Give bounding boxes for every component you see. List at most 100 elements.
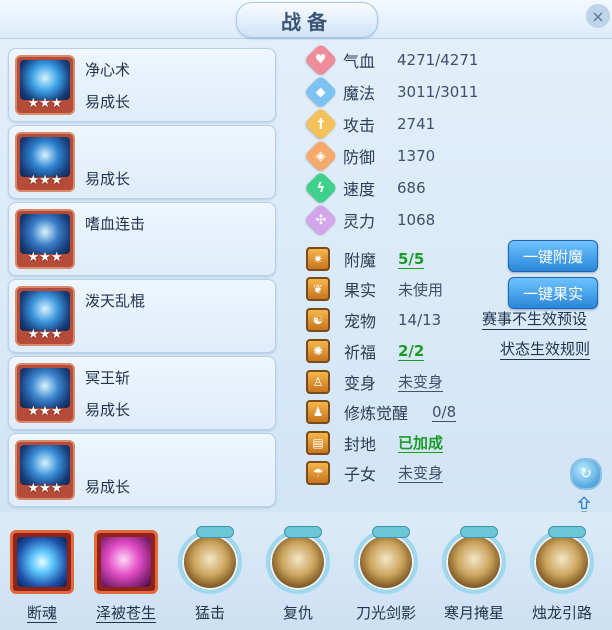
stat-label: 防御: [343, 148, 376, 167]
stat-label: 灵力: [343, 212, 376, 231]
heart-icon: ♥: [304, 43, 338, 77]
skill-trait: 易成长: [85, 93, 131, 111]
bottom-skill-label: 烛龙引路: [531, 604, 592, 622]
skill-card[interactable]: ★★★ 泼天乱棍: [8, 279, 276, 353]
equip-row: ▤ 封地 已加成: [306, 429, 444, 457]
one-click-fruit-button[interactable]: 一键果实: [508, 277, 598, 309]
mana-icon: ◆: [304, 75, 338, 109]
equip-value[interactable]: 5/5: [398, 250, 425, 269]
bottom-skill[interactable]: 寒月掩星: [438, 526, 510, 628]
fief-icon[interactable]: ▤: [306, 431, 330, 455]
equip-row: ☂ 子女 未变身: [306, 459, 444, 487]
close-button[interactable]: ×: [586, 4, 610, 28]
status-rules-link[interactable]: 状态生效规则: [500, 340, 591, 360]
skill-icon[interactable]: ★★★: [15, 209, 75, 269]
skill-icon[interactable]: ★★★: [15, 286, 75, 346]
skill-icon[interactable]: [178, 526, 242, 594]
skill-name: 净心术: [85, 61, 131, 79]
skill-icon[interactable]: ★★★: [15, 55, 75, 115]
fruit-icon[interactable]: ❦: [306, 277, 330, 301]
equip-value[interactable]: 已加成: [398, 434, 444, 453]
skill-icon[interactable]: ★★★: [15, 440, 75, 500]
skill-card[interactable]: ★★★ 净心术易成长: [8, 48, 276, 122]
stat-label: 魔法: [343, 84, 376, 103]
equip-row: ☯ 宠物 14/13: [306, 306, 441, 334]
equip-label: 修炼觉醒: [344, 404, 409, 423]
equip-row: ❦ 果实 未使用: [306, 275, 443, 303]
enchant-icon[interactable]: ✷: [306, 247, 330, 271]
equip-value[interactable]: 2/2: [398, 342, 425, 361]
skill-name: 泼天乱棍: [85, 292, 146, 310]
equip-label: 祈福: [344, 343, 377, 362]
equip-label: 子女: [344, 465, 377, 484]
bottom-skill[interactable]: 断魂: [6, 530, 78, 628]
bottom-skill-label: 猛击: [194, 604, 225, 622]
skill-icon[interactable]: [10, 530, 74, 594]
bottom-skill-label: 断魂: [26, 604, 57, 623]
one-click-enchant-button[interactable]: 一键附魔: [508, 240, 598, 272]
skill-trait: 易成长: [85, 478, 131, 496]
star-rating: ★★★: [27, 481, 63, 496]
equip-value[interactable]: 0/8: [432, 403, 457, 422]
stat-value: 3011/3011: [397, 83, 479, 101]
event-preset-link[interactable]: 赛事不生效预设: [482, 310, 588, 330]
bottom-skill[interactable]: 烛龙引路: [526, 526, 598, 628]
equip-value[interactable]: 未变身: [398, 464, 444, 483]
spirit-icon: ✣: [304, 203, 338, 237]
star-rating: ★★★: [27, 404, 63, 419]
star-rating: ★★★: [27, 327, 63, 342]
equip-value[interactable]: 14/13: [398, 311, 441, 329]
star-rating: ★★★: [27, 96, 63, 111]
stat-value: 4271/4271: [397, 51, 479, 69]
bottom-skill-label: 寒月掩星: [443, 604, 504, 622]
sword-icon: †: [304, 107, 338, 141]
stat-value: 2741: [397, 115, 436, 133]
skill-card[interactable]: ★★★ 易成长: [8, 125, 276, 199]
stat-row: ♥ 气血 4271/4271: [304, 43, 479, 77]
equip-label: 附魔: [344, 251, 377, 270]
children-icon[interactable]: ☂: [306, 461, 330, 485]
stat-label: 攻击: [343, 116, 376, 135]
equip-label: 果实: [344, 281, 377, 300]
bottom-skill-label: 复仇: [282, 604, 313, 622]
equip-row: ♙ 变身 未变身: [306, 368, 444, 396]
stat-label: 速度: [343, 180, 376, 199]
skill-icon[interactable]: ★★★: [15, 363, 75, 423]
equip-value[interactable]: 未使用: [398, 279, 443, 300]
pet-icon[interactable]: ☯: [306, 308, 330, 332]
stat-row: ◈ 防御 1370: [304, 139, 436, 173]
speed-icon: ϟ: [304, 171, 338, 205]
stat-value: 1370: [397, 147, 436, 165]
bottom-skill[interactable]: 泽被苍生: [90, 530, 162, 628]
skill-icon[interactable]: [266, 526, 330, 594]
bottom-skill-label: 刀光剑影: [355, 604, 416, 622]
title-bar: 战备 ×: [0, 0, 612, 39]
skill-icon[interactable]: [354, 526, 418, 594]
refresh-icon[interactable]: ↻: [570, 458, 602, 490]
skill-icon[interactable]: ★★★: [15, 132, 75, 192]
bottom-skill[interactable]: 刀光剑影: [350, 526, 422, 628]
stat-label: 气血: [343, 52, 376, 71]
skill-name: 嗜血连击: [85, 215, 146, 233]
page-title: 战备: [236, 2, 378, 38]
skill-card[interactable]: ★★★ 易成长: [8, 433, 276, 507]
transform-icon[interactable]: ♙: [306, 370, 330, 394]
cultivation-icon[interactable]: ♟: [306, 400, 330, 424]
pray-icon[interactable]: ✺: [306, 339, 330, 363]
star-rating: ★★★: [27, 173, 63, 188]
equip-value[interactable]: 未变身: [398, 373, 444, 392]
skill-icon[interactable]: [530, 526, 594, 594]
skill-name: 冥王斩: [85, 369, 131, 387]
skill-card[interactable]: ★★★ 嗜血连击: [8, 202, 276, 276]
bottom-skill[interactable]: 猛击: [174, 526, 246, 628]
stat-row: ✣ 灵力 1068: [304, 203, 435, 237]
star-rating: ★★★: [27, 250, 63, 265]
skill-icon[interactable]: [94, 530, 158, 594]
stat-value: 686: [397, 179, 426, 197]
skill-icon[interactable]: [442, 526, 506, 594]
bottom-skill[interactable]: 复仇: [262, 526, 334, 628]
skill-card[interactable]: ★★★ 冥王斩 易成长: [8, 356, 276, 430]
stat-row: ◆ 魔法 3011/3011: [304, 75, 479, 109]
stat-row: ϟ 速度 686: [304, 171, 426, 205]
skill-trait: 易成长: [85, 170, 131, 188]
